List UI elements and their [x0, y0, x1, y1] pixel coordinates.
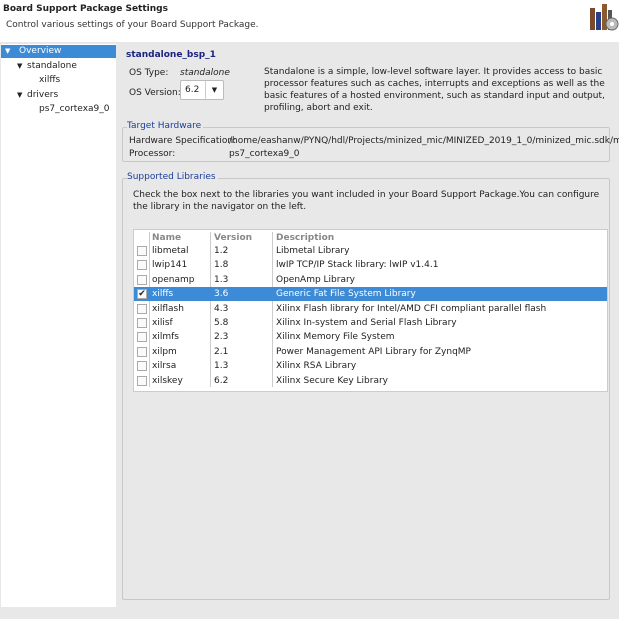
column-header-description[interactable]: Description	[276, 231, 334, 245]
tree-item-drivers[interactable]: ▼ drivers	[1, 89, 58, 102]
navigator-tree: ▼ Overview ▼ standalone xilffs ▼ drivers ps7_co…	[1, 44, 116, 607]
os-version-value: 6.2	[185, 85, 200, 95]
tree-item-label: xilffs	[39, 75, 61, 85]
library-name: openamp	[152, 274, 195, 285]
library-checkbox[interactable]	[137, 361, 147, 372]
tree-item-label: Overview	[19, 46, 62, 56]
library-name: xilflash	[152, 303, 184, 314]
library-checkbox[interactable]	[137, 303, 147, 314]
table-row[interactable]: xilpm 2.1 Power Management API Library for…	[134, 345, 607, 359]
tree-item-standalone[interactable]: ▼ standalone	[1, 60, 77, 73]
table-row[interactable]: ✔ xilffs 3.6 Generic Fat File System Librar…	[134, 287, 607, 302]
library-version: 2.3	[214, 332, 229, 343]
expand-arrow-icon[interactable]: ▼	[5, 45, 15, 58]
library-version: 1.3	[214, 361, 229, 372]
library-name: xilskey	[152, 375, 183, 386]
library-checkbox[interactable]	[137, 274, 147, 285]
tree-item-xilffs[interactable]: xilffs	[1, 74, 60, 87]
library-name: xilpm	[152, 346, 177, 357]
os-description: Standalone is a simple, low-level softwa…	[264, 67, 605, 113]
supported-libraries-title: Supported Libraries	[127, 172, 218, 182]
os-type-value: standalone	[180, 68, 230, 78]
library-checkbox[interactable]	[137, 375, 147, 386]
os-version-dropdown[interactable]: 6.2 ▼	[180, 80, 224, 100]
tree-item-ps7_cortexa9_0[interactable]: ps7_cortexa9_0	[1, 103, 109, 116]
page-subtitle: Control various settings of your Board S…	[6, 20, 259, 30]
processor-value: ps7_cortexa9_0	[229, 149, 300, 159]
library-name: libmetal	[152, 246, 189, 256]
table-row[interactable]: lwip141 1.8 lwIP TCP/IP Stack library: lwI…	[134, 258, 607, 272]
library-description: Xilinx Secure Key Library	[276, 375, 389, 386]
processor-label: Processor:	[129, 149, 176, 159]
library-description: Power Management API Library for ZynqMP	[276, 346, 471, 357]
library-checkbox[interactable]: ✔	[137, 289, 147, 300]
os-type-label: OS Type:	[129, 68, 169, 78]
table-header: Name Version Description	[134, 231, 607, 245]
library-checkbox[interactable]	[137, 318, 147, 328]
chevron-down-icon[interactable]: ▼	[205, 81, 223, 99]
page-header: Board Support Package Settings Control v…	[0, 0, 619, 42]
library-version: 6.2	[214, 375, 229, 386]
library-version: 3.6	[214, 289, 229, 300]
library-checkbox[interactable]	[137, 260, 147, 271]
library-checkbox[interactable]	[137, 246, 147, 256]
library-description: Generic Fat File System Library	[276, 289, 416, 300]
hw-spec-value: /home/eashanw/PYNQ/hdl/Projects/minized_…	[229, 136, 619, 146]
target-hardware-group: Target Hardware Hardware Specification: …	[122, 121, 619, 162]
library-description: Xilinx Flash library for Intel/AMD CFI c…	[276, 303, 547, 314]
library-version: 5.8	[214, 318, 229, 328]
tree-item-label: ps7_cortexa9_0	[39, 104, 110, 114]
column-header-version[interactable]: Version	[214, 231, 252, 245]
library-name: lwip141	[152, 260, 188, 271]
table-row[interactable]: xilisf 5.8 Xilinx In-system and Serial Fla…	[134, 316, 607, 330]
books-gear-icon	[590, 4, 619, 31]
os-version-label: OS Version:	[129, 88, 181, 98]
libraries-table: Name Version Description libmetal 1.2 Libm…	[133, 229, 608, 392]
column-header-name[interactable]: Name	[152, 231, 181, 245]
supported-libraries-group: Supported Libraries Check the box next t…	[122, 172, 610, 600]
library-description: Xilinx In-system and Serial Flash Librar…	[276, 318, 457, 328]
library-checkbox[interactable]	[137, 346, 147, 357]
table-row[interactable]: xilskey 6.2 Xilinx Secure Key Library	[134, 374, 607, 388]
library-checkbox[interactable]	[137, 332, 147, 343]
table-row[interactable]: xilmfs 2.3 Xilinx Memory File System	[134, 330, 607, 344]
library-name: xilrsa	[152, 361, 177, 372]
tree-item-Overview[interactable]: ▼ Overview	[1, 45, 116, 58]
bsp-name: standalone_bsp_1	[126, 50, 216, 60]
page-title: Board Support Package Settings	[3, 4, 168, 14]
library-version: 4.3	[214, 303, 229, 314]
table-row[interactable]: libmetal 1.2 Libmetal Library	[134, 244, 607, 258]
library-version: 1.3	[214, 274, 229, 285]
library-description: Xilinx RSA Library	[276, 361, 357, 372]
library-version: 1.8	[214, 260, 229, 271]
library-description: lwIP TCP/IP Stack library: lwIP v1.4.1	[276, 260, 439, 271]
table-row[interactable]: xilrsa 1.3 Xilinx RSA Library	[134, 359, 607, 373]
target-hardware-title: Target Hardware	[127, 121, 204, 131]
tree-item-label: drivers	[27, 89, 59, 100]
table-row[interactable]: openamp 1.3 OpenAmp Library	[134, 273, 607, 287]
hw-spec-label: Hardware Specification:	[129, 136, 237, 146]
library-name: xilffs	[152, 289, 174, 300]
tree-item-label: standalone	[27, 60, 77, 71]
library-name: xilisf	[152, 318, 173, 328]
library-version: 2.1	[214, 346, 229, 357]
library-name: xilmfs	[152, 332, 179, 343]
libraries-instructions: Check the box next to the libraries you …	[133, 190, 600, 212]
library-version: 1.2	[214, 246, 229, 256]
library-description: Xilinx Memory File System	[276, 332, 395, 343]
library-description: OpenAmp Library	[276, 274, 356, 285]
library-description: Libmetal Library	[276, 246, 350, 256]
expand-arrow-icon[interactable]: ▼	[17, 89, 27, 102]
expand-arrow-icon[interactable]: ▼	[17, 60, 27, 73]
table-row[interactable]: xilflash 4.3 Xilinx Flash library for Inte…	[134, 302, 607, 316]
